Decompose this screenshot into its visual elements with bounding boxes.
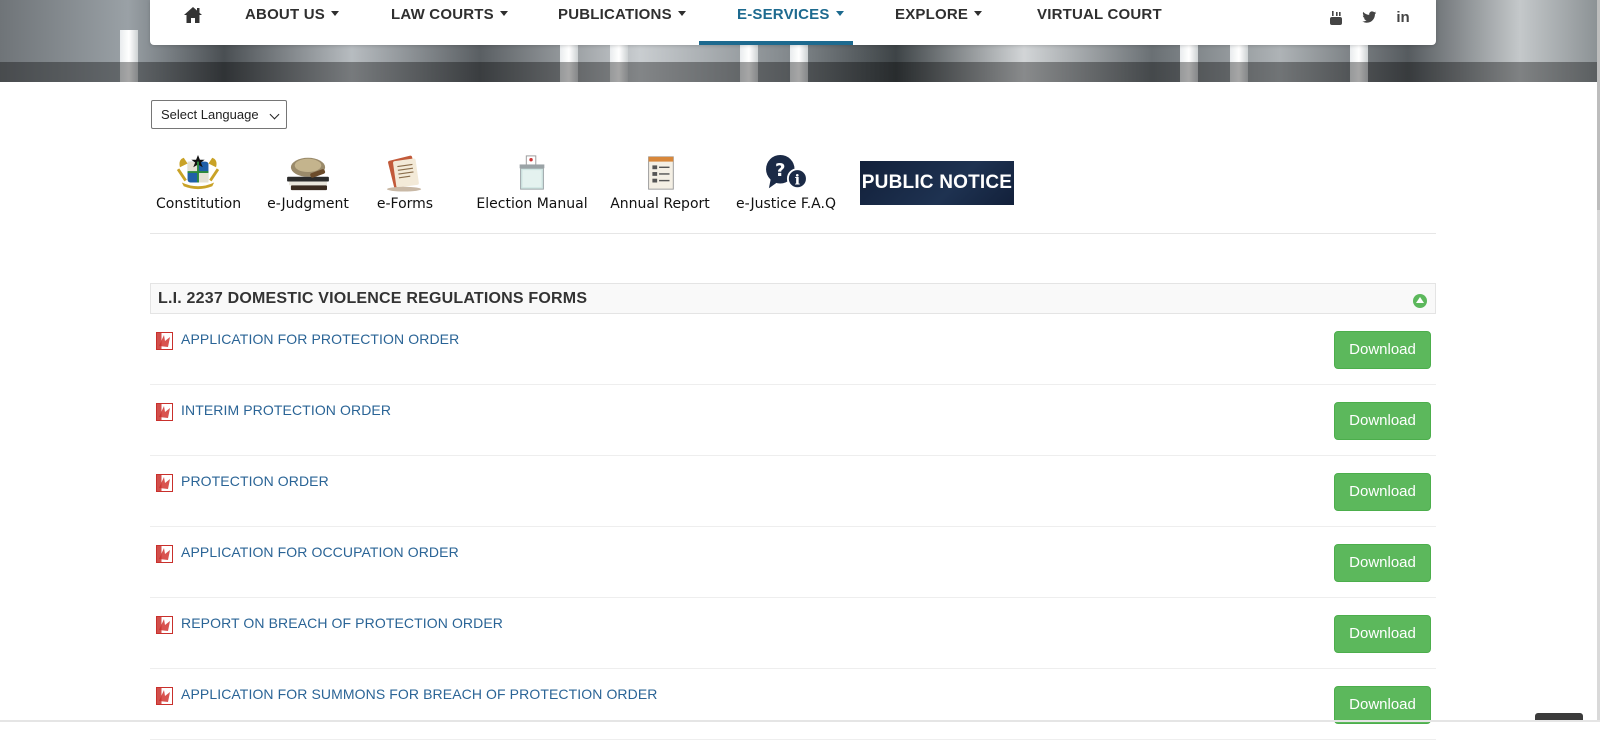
nav-explore-label: EXPLORE [895,6,969,23]
hero-shade [0,62,1600,82]
table-row: PROTECTION ORDER Download [150,456,1436,527]
forms-panel-header[interactable]: L.I. 2237 DOMESTIC VIOLENCE REGULATIONS … [150,283,1436,314]
nav-publications[interactable]: PUBLICATIONS [558,0,686,45]
nav-about-us[interactable]: ABOUT US [245,0,339,45]
form-link[interactable]: INTERIM PROTECTION ORDER [181,402,391,418]
quick-link-election-manual[interactable]: Election Manual [476,154,588,212]
nav-publications-label: PUBLICATIONS [558,6,672,23]
report-icon [648,156,674,190]
linkedin-icon[interactable]: in [1393,6,1413,28]
quick-link-election-manual-label: Election Manual [476,196,588,212]
download-button[interactable]: Download [1334,402,1431,440]
quick-link-annual-report[interactable]: Annual Report [608,154,712,212]
pdf-file-icon [156,474,173,492]
nav-virtual-court[interactable]: VIRTUAL COURT [1037,0,1162,45]
forms-panel-title: L.I. 2237 DOMESTIC VIOLENCE REGULATIONS … [158,290,588,307]
quick-link-e-forms-label: e-Forms [376,196,434,212]
nav-explore[interactable]: EXPLORE [895,0,983,45]
forms-icon [386,155,422,192]
caret-down-icon [677,10,686,16]
download-button[interactable]: Download [1334,615,1431,653]
nav-about-us-label: ABOUT US [245,6,325,23]
faq-icon: ? i [766,154,808,190]
caret-down-icon [330,10,339,16]
quick-link-e-judgment-label: e-Judgment [267,196,349,212]
quick-link-annual-report-label: Annual Report [610,196,710,212]
table-row: APPLICATION FOR PROTECTION ORDER Download [150,314,1436,385]
table-row: INTERIM PROTECTION ORDER Download [150,385,1436,456]
caret-down-icon [835,10,844,16]
youtube-icon[interactable] [1326,6,1346,28]
caret-down-icon [974,10,983,16]
nav-virtual-court-label: VIRTUAL COURT [1037,6,1162,23]
form-link[interactable]: APPLICATION FOR SUMMONS FOR BREACH OF PR… [181,686,658,702]
download-button[interactable]: Download [1334,331,1431,369]
form-link[interactable]: APPLICATION FOR PROTECTION ORDER [181,331,459,347]
download-button[interactable]: Download [1334,544,1431,582]
section-divider [150,233,1436,234]
svg-text:i: i [795,172,801,188]
home-icon[interactable] [183,6,203,24]
pdf-file-icon [156,687,173,705]
form-link[interactable]: PROTECTION ORDER [181,473,329,489]
caret-down-icon [499,10,508,16]
linkedin-icon-text: in [1396,9,1410,26]
main-navbar: ABOUT US LAW COURTS PUBLICATIONS E-SERVI… [150,0,1436,45]
quick-link-e-forms[interactable]: e-Forms [370,154,440,212]
gavel-books-icon [287,157,329,191]
download-button[interactable]: Download [1334,686,1431,724]
nav-law-courts-label: LAW COURTS [391,6,494,23]
ballot-box-icon [519,155,545,190]
table-row: REPORT ON BREACH OF PROTECTION ORDER Down… [150,598,1436,669]
table-row: APPLICATION FOR SUMMONS FOR BREACH OF PR… [150,669,1436,740]
collapse-up-icon[interactable] [1413,294,1427,308]
pdf-file-icon [156,403,173,421]
pdf-file-icon [156,332,173,350]
quick-link-constitution[interactable]: Constitution [156,154,242,212]
public-notice-banner[interactable]: PUBLIC NOTICE [860,161,1014,205]
svg-text:?: ? [775,160,785,181]
nav-e-services[interactable]: E-SERVICES [737,0,844,45]
form-link[interactable]: REPORT ON BREACH OF PROTECTION ORDER [181,615,503,631]
public-notice-label: PUBLIC NOTICE [861,172,1013,193]
form-link[interactable]: APPLICATION FOR OCCUPATION ORDER [181,544,459,560]
quick-link-e-justice-faq[interactable]: ? i e-Justice F.A.Q [734,154,838,212]
quick-link-e-judgment[interactable]: e-Judgment [266,154,350,212]
language-select-value: Select Language [161,107,259,122]
nav-e-services-label: E-SERVICES [737,6,830,23]
quick-link-e-justice-faq-label: e-Justice F.A.Q [736,196,836,212]
nav-law-courts[interactable]: LAW COURTS [391,0,508,45]
language-select[interactable]: Select Language [151,100,287,129]
quick-link-constitution-label: Constitution [156,196,242,212]
coat-of-arms-icon [176,154,220,190]
twitter-icon[interactable] [1359,6,1379,28]
pdf-file-icon [156,545,173,563]
pdf-file-icon [156,616,173,634]
download-button[interactable]: Download [1334,473,1431,511]
chevron-down-icon [269,109,280,120]
table-row: APPLICATION FOR OCCUPATION ORDER Download [150,527,1436,598]
active-nav-indicator [699,41,853,45]
